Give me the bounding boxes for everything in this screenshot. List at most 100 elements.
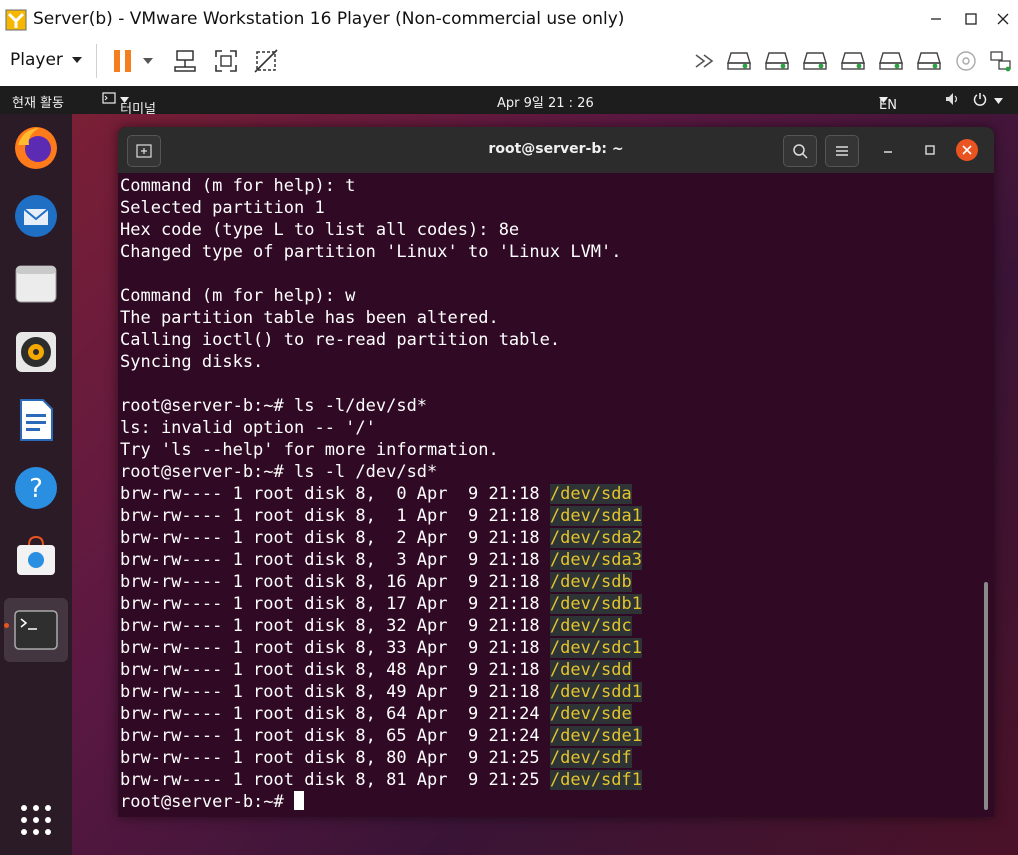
device-path: /dev/sdc (549, 616, 632, 636)
terminal-line: Changed type of partition 'Linux' to 'Li… (120, 242, 622, 262)
listing-permissions: brw-rw---- 1 root disk 8, 0 Apr 9 21:18 (120, 484, 550, 504)
listing-permissions: brw-rw---- 1 root disk 8, 17 Apr 9 21:18 (120, 594, 550, 614)
terminal-icon (14, 610, 58, 650)
language-label: EN (879, 98, 897, 113)
unity-icon (254, 49, 278, 73)
dock-firefox[interactable] (10, 122, 62, 174)
listing-permissions: brw-rw---- 1 root disk 8, 16 Apr 9 21:18 (120, 572, 550, 592)
search-button[interactable] (783, 135, 817, 167)
terminal-maximize-button[interactable] (914, 135, 946, 165)
dock-thunderbird[interactable] (10, 190, 62, 242)
maximize-button[interactable] (955, 4, 987, 34)
dock-help[interactable]: ? (10, 462, 62, 514)
search-icon (793, 144, 808, 159)
menu-button[interactable] (825, 135, 859, 167)
terminal-line: Try 'ls --help' for more information. (120, 440, 499, 460)
dock-libreoffice-writer[interactable] (10, 394, 62, 446)
dock-software[interactable] (10, 530, 62, 582)
dock-rhythmbox[interactable] (10, 326, 62, 378)
dock-files[interactable] (10, 258, 62, 310)
device-path: /dev/sda3 (549, 550, 642, 570)
device-path: /dev/sdb (549, 572, 632, 592)
device-path: /dev/sde1 (549, 726, 642, 746)
listing-permissions: brw-rw---- 1 root disk 8, 32 Apr 9 21:18 (120, 616, 550, 636)
terminal-close-button[interactable] (956, 139, 978, 161)
svg-text:?: ? (29, 474, 43, 504)
listing-row: brw-rw---- 1 root disk 8, 80 Apr 9 21:25… (120, 747, 980, 769)
more-devices-button[interactable] (690, 46, 720, 76)
terminal-line: The partition table has been altered. (120, 308, 499, 328)
terminal-title: root@server-b: ~ (488, 141, 624, 157)
device-path: /dev/sdb1 (549, 594, 642, 614)
terminal-line: Command (m for help): t (120, 176, 356, 196)
fullscreen-icon (215, 50, 237, 72)
listing-permissions: brw-rw---- 1 root disk 8, 48 Apr 9 21:18 (120, 660, 550, 680)
vmware-toolbar: Player (0, 38, 1018, 87)
chevron-down-icon (994, 98, 1004, 104)
unity-button[interactable] (251, 46, 281, 76)
listing-permissions: brw-rw---- 1 root disk 8, 33 Apr 9 21:18 (120, 638, 550, 658)
activities-button[interactable]: 현재 활동 (12, 92, 64, 111)
send-ctrl-alt-del-button[interactable] (170, 46, 200, 76)
listing-row: brw-rw---- 1 root disk 8, 81 Apr 9 21:25… (120, 769, 980, 791)
terminal-line: Command (m for help): w (120, 286, 356, 306)
listing-permissions: brw-rw---- 1 root disk 8, 80 Apr 9 21:25 (120, 748, 550, 768)
terminal-line: Syncing disks. (120, 352, 264, 372)
minimize-icon (884, 151, 892, 153)
player-menu[interactable]: Player (10, 50, 83, 70)
fullscreen-button[interactable] (211, 46, 241, 76)
hard-disk-1-button[interactable] (724, 46, 754, 76)
dock-terminal[interactable] (4, 598, 68, 662)
listing-row: brw-rw---- 1 root disk 8, 3 Apr 9 21:18 … (120, 549, 980, 571)
terminal-app-menu[interactable]: 터미널 (102, 92, 156, 117)
close-icon (962, 145, 972, 155)
dropdown-arrow-icon (71, 57, 82, 63)
listing-row: brw-rw---- 1 root disk 8, 17 Apr 9 21:18… (120, 593, 980, 615)
terminal-output[interactable]: Command (m for help): t Selected partitio… (120, 175, 980, 815)
device-path: /dev/sdd1 (549, 682, 642, 702)
show-applications-button[interactable] (10, 794, 62, 846)
listing-row: brw-rw---- 1 root disk 8, 65 Apr 9 21:24… (120, 725, 980, 747)
hard-disk-icon (765, 52, 789, 70)
maximize-icon (925, 145, 935, 155)
clock[interactable]: Apr 9일 21 : 26 (497, 92, 594, 111)
device-path: /dev/sdf (549, 748, 632, 768)
vmware-titlebar: Server(b) - VMware Workstation 16 Player… (0, 0, 1018, 38)
network-computer-icon (174, 50, 196, 72)
pause-button[interactable] (108, 46, 138, 76)
close-window-button[interactable] (987, 4, 1018, 34)
device-path: /dev/sdd (549, 660, 632, 680)
network-adapter-icon (990, 51, 1011, 72)
listing-permissions: brw-rw---- 1 root disk 8, 81 Apr 9 21:25 (120, 770, 550, 790)
hard-disk-4-button[interactable] (838, 46, 868, 76)
system-menu[interactable] (945, 92, 1004, 108)
hard-disk-2-button[interactable] (762, 46, 792, 76)
rhythmbox-icon (16, 332, 56, 372)
listing-permissions: brw-rw---- 1 root disk 8, 65 Apr 9 21:24 (120, 726, 550, 746)
minimize-button[interactable] (920, 4, 952, 34)
terminal-line: Selected partition 1 (120, 198, 325, 218)
hard-disk-6-button[interactable] (914, 46, 944, 76)
hard-disk-icon (879, 52, 903, 70)
power-icon (973, 93, 987, 106)
power-menu-button[interactable] (138, 46, 158, 76)
vmware-logo-icon (5, 9, 27, 31)
hard-disk-icon (917, 52, 941, 70)
language-indicator[interactable]: EN (879, 92, 897, 113)
listing-row: brw-rw---- 1 root disk 8, 2 Apr 9 21:18 … (120, 527, 980, 549)
thunderbird-icon (15, 195, 57, 237)
text-cursor (294, 791, 304, 810)
terminal-window[interactable]: root@server-b: ~ Command (m for help): t… (118, 127, 994, 817)
listing-permissions: brw-rw---- 1 root disk 8, 64 Apr 9 21:24 (120, 704, 550, 724)
listing-row: brw-rw---- 1 root disk 8, 49 Apr 9 21:18… (120, 681, 980, 703)
writer-icon (20, 399, 53, 441)
terminal-line: root@server-b:~# ls -l/dev/sd* (120, 396, 428, 416)
terminal-scrollbar[interactable] (984, 582, 988, 810)
listing-permissions: brw-rw---- 1 root disk 8, 49 Apr 9 21:18 (120, 682, 550, 702)
hard-disk-3-button[interactable] (800, 46, 830, 76)
cd-dvd-button[interactable] (951, 46, 981, 76)
hard-disk-5-button[interactable] (876, 46, 906, 76)
terminal-minimize-button[interactable] (872, 135, 904, 165)
network-adapter-button[interactable] (986, 46, 1016, 76)
